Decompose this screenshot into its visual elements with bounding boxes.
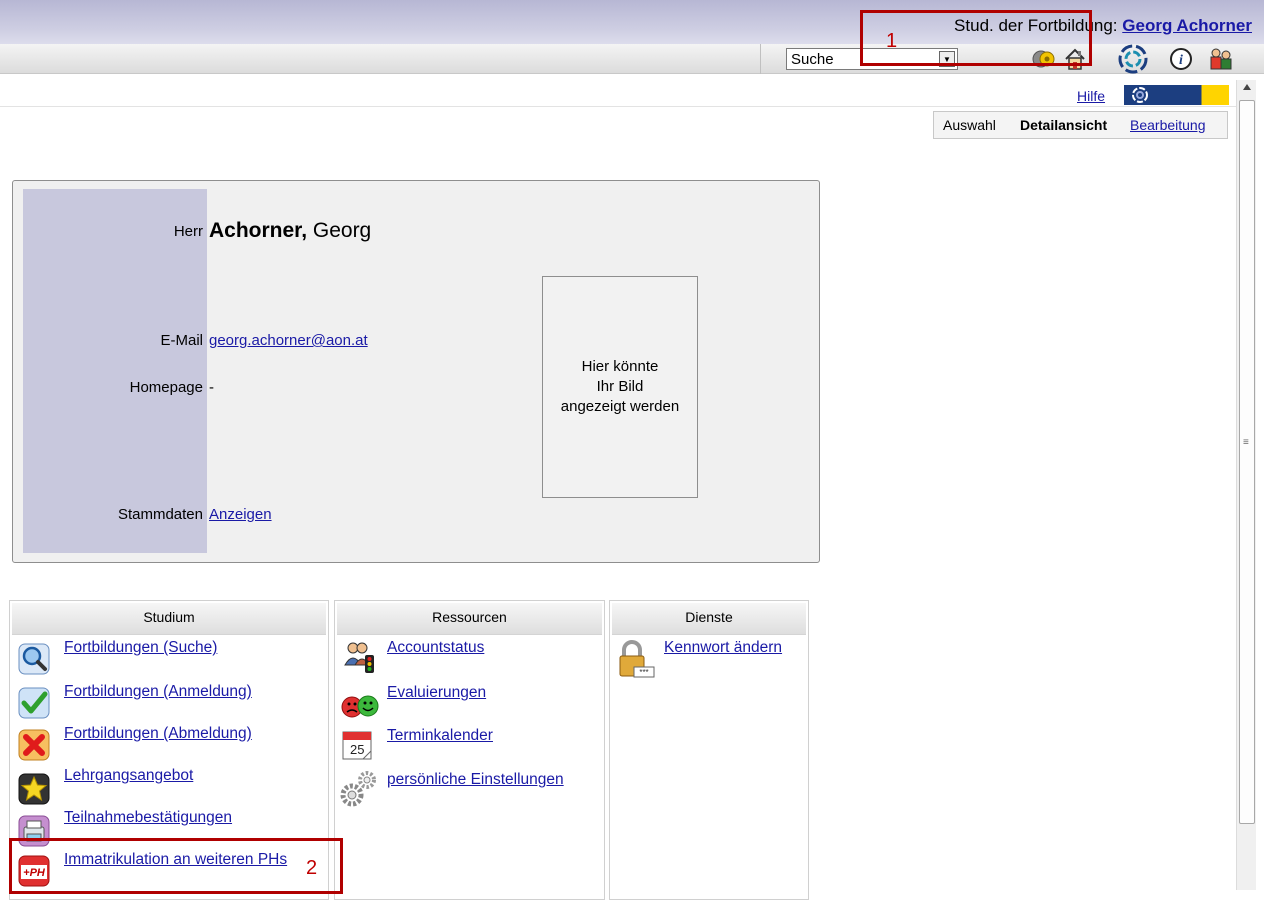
view-tabs: Auswahl Detailansicht Bearbeitung	[933, 111, 1228, 139]
homepage-value: -	[209, 379, 214, 396]
last-name: Achorner,	[209, 219, 308, 242]
grip-icon: ≡	[1243, 437, 1249, 448]
email-link[interactable]: georg.achorner@aon.at	[209, 332, 368, 349]
menu-header-studium: Studium	[12, 603, 326, 635]
menu-item-persoenliche-einstellungen[interactable]: persönliche Einstellungen	[387, 771, 564, 789]
salutation-label: Herr	[173, 223, 203, 240]
menu-box-dienste: Dienste *** Kennwort ändern	[609, 600, 809, 900]
menu-item-evaluierungen[interactable]: Evaluierungen	[387, 684, 486, 702]
gears-icon	[340, 771, 376, 807]
menu-box-ressourcen: Ressourcen Accountstatus Evaluierungen 2…	[334, 600, 605, 900]
label-column	[23, 189, 207, 553]
people-icon[interactable]	[1208, 46, 1234, 72]
users-traffic-light-icon	[344, 642, 374, 673]
smileys-icon	[341, 695, 379, 718]
search-select-value: Suche	[791, 51, 834, 68]
stammdaten-label: Stammdaten	[117, 506, 203, 523]
first-name: Georg	[312, 219, 372, 242]
scroll-up-arrow-icon[interactable]	[1243, 84, 1251, 90]
photo-text-line3: angezeigt werden	[560, 398, 680, 415]
red-x-icon	[18, 729, 50, 761]
annotation-marker-1: 1	[886, 30, 898, 52]
menu-item-lehrgangsangebot[interactable]: Lehrgangsangebot	[64, 767, 193, 785]
help-link[interactable]: Hilfe	[1077, 88, 1105, 104]
person-name: Achorner, Georg	[209, 219, 371, 243]
calendar-day: 25	[350, 742, 365, 757]
menu-header-ressourcen: Ressourcen	[337, 603, 602, 635]
divider	[0, 106, 1236, 107]
portal-logo-icon	[1132, 87, 1148, 103]
user-name-link[interactable]: Georg Achorner	[1122, 16, 1252, 35]
svg-text:***: ***	[639, 668, 648, 677]
menu-item-kennwort-aendern[interactable]: Kennwort ändern	[664, 639, 782, 657]
scrollbar-thumb[interactable]: ≡	[1239, 100, 1255, 824]
calendar-icon: 25	[341, 729, 373, 761]
menu-item-fortbildungen-abmeldung[interactable]: Fortbildungen (Abmeldung)	[64, 725, 252, 743]
menu-item-accountstatus[interactable]: Accountstatus	[387, 639, 484, 657]
photo-text-line2: Ihr Bild	[596, 378, 644, 395]
homepage-label: Homepage	[129, 379, 203, 396]
tab-bearbeitung[interactable]: Bearbeitung	[1130, 117, 1206, 133]
tab-detailansicht[interactable]: Detailansicht	[1020, 117, 1107, 133]
menu-item-terminkalender[interactable]: Terminkalender	[387, 727, 493, 745]
profile-panel: Herr Achorner, Georg E-Mail georg.achorn…	[12, 180, 820, 563]
portal-logo-icon[interactable]	[1116, 42, 1150, 76]
menu-item-fortbildungen-suche[interactable]: Fortbildungen (Suche)	[64, 639, 217, 657]
brand-banner	[1124, 85, 1229, 105]
highlight-box-2	[9, 838, 343, 894]
padlock-password-icon: ***	[619, 640, 655, 678]
info-icon[interactable]: i	[1168, 46, 1194, 72]
magnifier-icon	[18, 643, 50, 675]
menu-item-fortbildungen-anmeldung[interactable]: Fortbildungen (Anmeldung)	[64, 683, 252, 701]
email-label: E-Mail	[160, 332, 203, 349]
star-icon	[18, 773, 50, 805]
stammdaten-link[interactable]: Anzeigen	[209, 506, 272, 523]
checkmark-icon	[18, 687, 50, 719]
annotation-marker-2: 2	[306, 857, 318, 879]
photo-text-line1: Hier könnte	[581, 358, 659, 375]
toolbar-separator	[760, 44, 761, 74]
vertical-scrollbar[interactable]: ≡	[1236, 80, 1256, 890]
photo-placeholder: Hier könnte Ihr Bild angezeigt werden	[542, 276, 698, 498]
menu-item-teilnahmebestaetigungen[interactable]: Teilnahmebestätigungen	[64, 809, 232, 827]
svg-text:i: i	[1179, 53, 1183, 68]
tab-auswahl[interactable]: Auswahl	[943, 117, 996, 133]
menu-header-dienste: Dienste	[612, 603, 806, 635]
